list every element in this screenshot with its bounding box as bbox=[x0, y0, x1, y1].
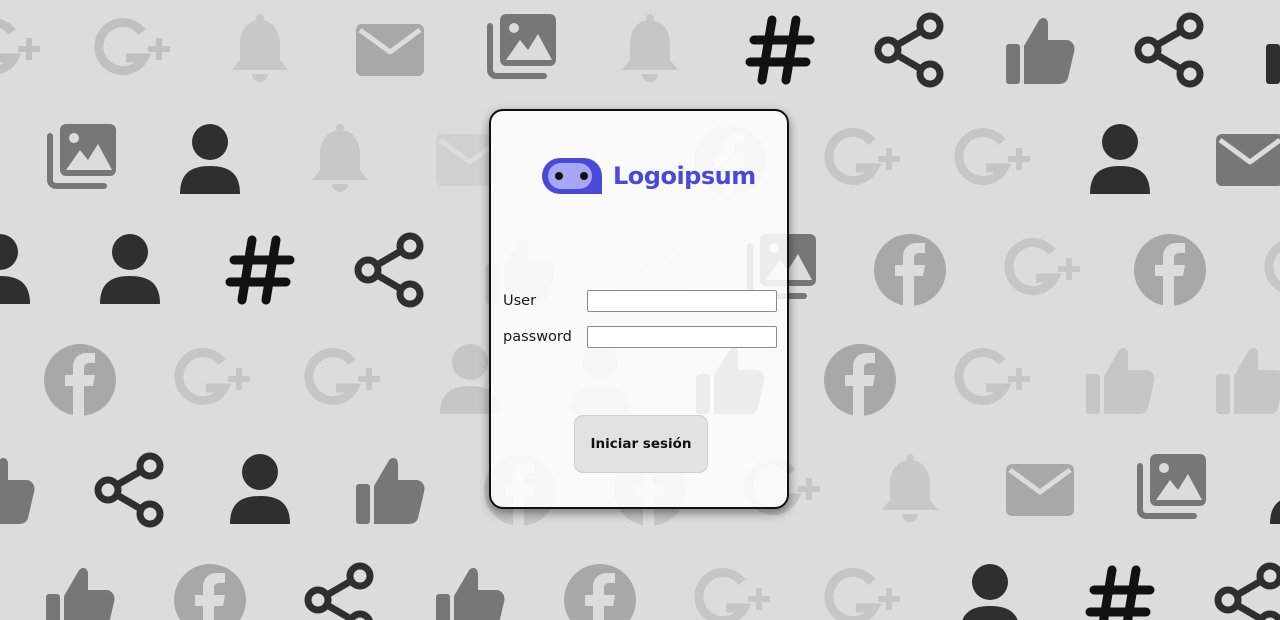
google-plus-icon bbox=[820, 120, 900, 200]
images-icon bbox=[40, 120, 120, 200]
facebook-icon bbox=[820, 340, 900, 420]
login-card: Logoipsum User password Iniciar sesión bbox=[489, 109, 789, 509]
thumbs-up-icon bbox=[0, 450, 40, 530]
hashtag-icon bbox=[1080, 560, 1160, 620]
password-label: password bbox=[503, 329, 572, 345]
user-input[interactable] bbox=[587, 290, 777, 312]
thumbs-up-icon bbox=[1080, 340, 1160, 420]
password-field-row: password bbox=[503, 325, 779, 349]
images-icon bbox=[1130, 450, 1210, 530]
envelope-icon bbox=[1210, 120, 1280, 200]
user-icon bbox=[220, 450, 300, 530]
user-icon bbox=[0, 230, 40, 310]
share-icon bbox=[350, 230, 430, 310]
envelope-icon bbox=[350, 10, 430, 90]
google-plus-icon bbox=[0, 10, 40, 90]
facebook-icon bbox=[1130, 230, 1210, 310]
login-button[interactable]: Iniciar sesión bbox=[574, 415, 708, 473]
google-plus-icon bbox=[690, 560, 770, 620]
password-input[interactable] bbox=[587, 326, 777, 348]
user-icon bbox=[170, 120, 250, 200]
facebook-icon bbox=[560, 560, 640, 620]
user-label: User bbox=[503, 293, 537, 309]
bell-icon bbox=[220, 10, 300, 90]
google-plus-icon bbox=[820, 560, 900, 620]
google-plus-icon bbox=[300, 340, 380, 420]
facebook-icon bbox=[40, 340, 120, 420]
google-plus-icon bbox=[170, 340, 250, 420]
share-icon bbox=[1210, 560, 1280, 620]
facebook-icon bbox=[170, 560, 250, 620]
user-icon bbox=[90, 230, 170, 310]
google-plus-icon bbox=[950, 120, 1030, 200]
google-plus-icon bbox=[1260, 230, 1280, 310]
images-icon bbox=[480, 10, 560, 90]
user-field-row: User bbox=[503, 289, 779, 313]
hashtag-icon bbox=[220, 230, 300, 310]
bell-icon bbox=[870, 450, 950, 530]
user-icon bbox=[1080, 120, 1160, 200]
thumbs-up-icon bbox=[1210, 340, 1280, 420]
facebook-icon bbox=[870, 230, 950, 310]
hashtag-icon bbox=[740, 10, 820, 90]
logo: Logoipsum bbox=[541, 157, 756, 195]
thumbs-up-icon bbox=[430, 560, 510, 620]
bell-icon bbox=[610, 10, 690, 90]
share-icon bbox=[1130, 10, 1210, 90]
user-icon bbox=[1260, 450, 1280, 530]
google-plus-icon bbox=[950, 340, 1030, 420]
thumbs-up-icon bbox=[1000, 10, 1080, 90]
share-icon bbox=[300, 560, 380, 620]
google-plus-icon bbox=[90, 10, 170, 90]
thumbs-up-icon bbox=[1260, 10, 1280, 90]
google-plus-icon bbox=[1000, 230, 1080, 310]
thumbs-up-icon bbox=[40, 560, 120, 620]
envelope-icon bbox=[1000, 450, 1080, 530]
user-icon bbox=[950, 560, 1030, 620]
logo-mark-icon bbox=[542, 158, 602, 194]
thumbs-up-icon bbox=[350, 450, 430, 530]
bell-icon bbox=[300, 120, 380, 200]
share-icon bbox=[870, 10, 950, 90]
share-icon bbox=[90, 450, 170, 530]
logo-text: Logoipsum bbox=[613, 162, 756, 190]
